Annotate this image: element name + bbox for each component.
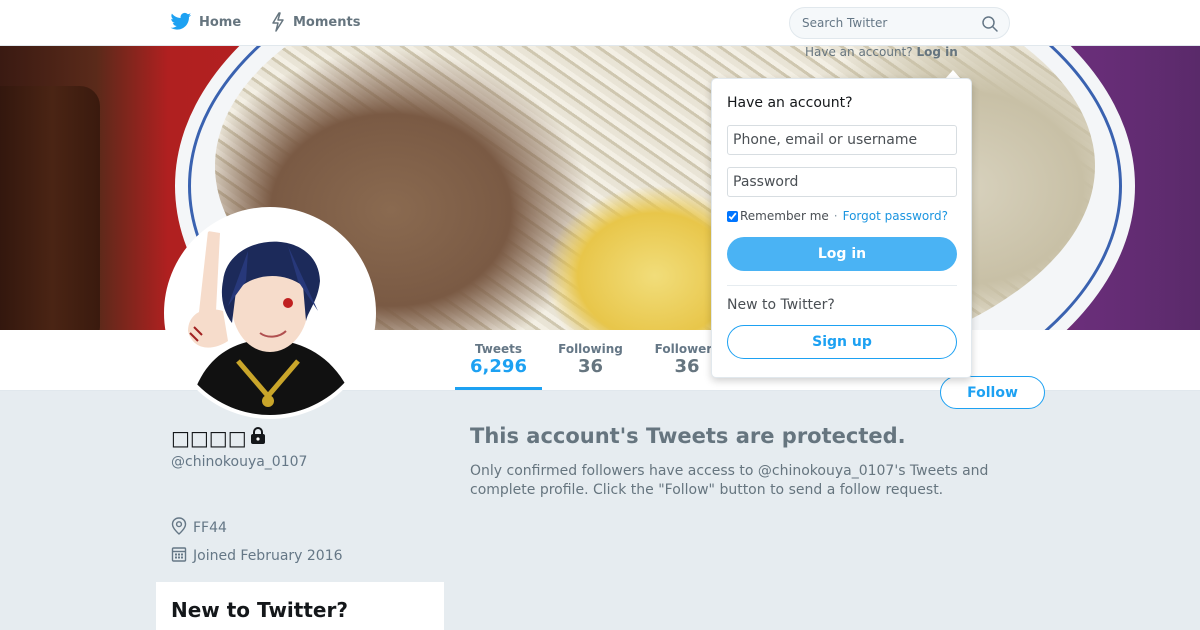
username-field[interactable] <box>727 125 957 155</box>
protected-description: Only confirmed followers have access to … <box>470 463 989 498</box>
login-hint-link[interactable]: Log in <box>916 45 957 59</box>
joined-text: Joined February 2016 <box>193 548 343 564</box>
new-to-twitter-title: New to Twitter? <box>171 598 348 622</box>
location-text: FF44 <box>193 520 227 536</box>
stat-label: Tweets <box>474 342 523 356</box>
nav-home[interactable]: Home <box>170 12 241 32</box>
top-navigation: Home Moments <box>0 0 1200 46</box>
new-to-twitter-label: New to Twitter? <box>727 297 835 313</box>
login-dropdown: Have an account? Remember me · Forgot pa… <box>711 78 972 378</box>
avatar-illustration <box>168 211 372 415</box>
stat-label: Following <box>558 342 623 356</box>
nav-home-label: Home <box>199 14 242 30</box>
profile-location: FF44 <box>171 517 227 539</box>
search-box[interactable] <box>789 7 1010 39</box>
profile-display-name: □□□□ <box>171 426 267 450</box>
new-to-twitter-card: New to Twitter? <box>156 582 444 630</box>
profile-joined: Joined February 2016 <box>171 545 343 567</box>
dropdown-divider <box>727 285 957 286</box>
stat-tweets[interactable]: Tweets 6,296 <box>455 342 542 390</box>
protected-title: This account's Tweets are protected. <box>470 424 906 448</box>
location-pin-icon <box>171 517 187 539</box>
display-name-text: □□□□ <box>171 426 247 450</box>
profile-screen-name[interactable]: @chinokouya_0107 <box>171 454 307 470</box>
search-icon[interactable] <box>981 15 999 37</box>
calendar-icon <box>171 545 187 567</box>
banner-cup <box>0 86 100 330</box>
remember-me-label[interactable]: Remember me <box>740 209 829 223</box>
sign-up-button[interactable]: Sign up <box>727 325 957 359</box>
login-hint-prefix: Have an account? <box>805 45 913 59</box>
nav-moments[interactable]: Moments <box>270 12 360 32</box>
search-input[interactable] <box>790 8 970 38</box>
stat-value: 6,296 <box>470 356 527 377</box>
login-dropdown-title: Have an account? <box>727 95 853 111</box>
remember-row: Remember me · Forgot password? <box>727 209 948 223</box>
follow-button[interactable]: Follow <box>940 376 1045 409</box>
nav-moments-label: Moments <box>293 14 361 30</box>
separator-dot: · <box>833 209 838 223</box>
lightning-icon <box>270 12 286 32</box>
stat-value: 36 <box>577 356 604 377</box>
stat-following[interactable]: Following 36 <box>552 342 629 377</box>
forgot-password-link[interactable]: Forgot password? <box>843 209 948 223</box>
twitter-bird-icon <box>170 12 192 32</box>
password-field[interactable] <box>727 167 957 197</box>
avatar[interactable] <box>164 207 376 419</box>
remember-me-checkbox[interactable] <box>727 210 738 222</box>
lock-icon <box>249 426 267 450</box>
log-in-button[interactable]: Log in <box>727 237 957 271</box>
login-hint: Have an account? Log in <box>805 45 958 59</box>
